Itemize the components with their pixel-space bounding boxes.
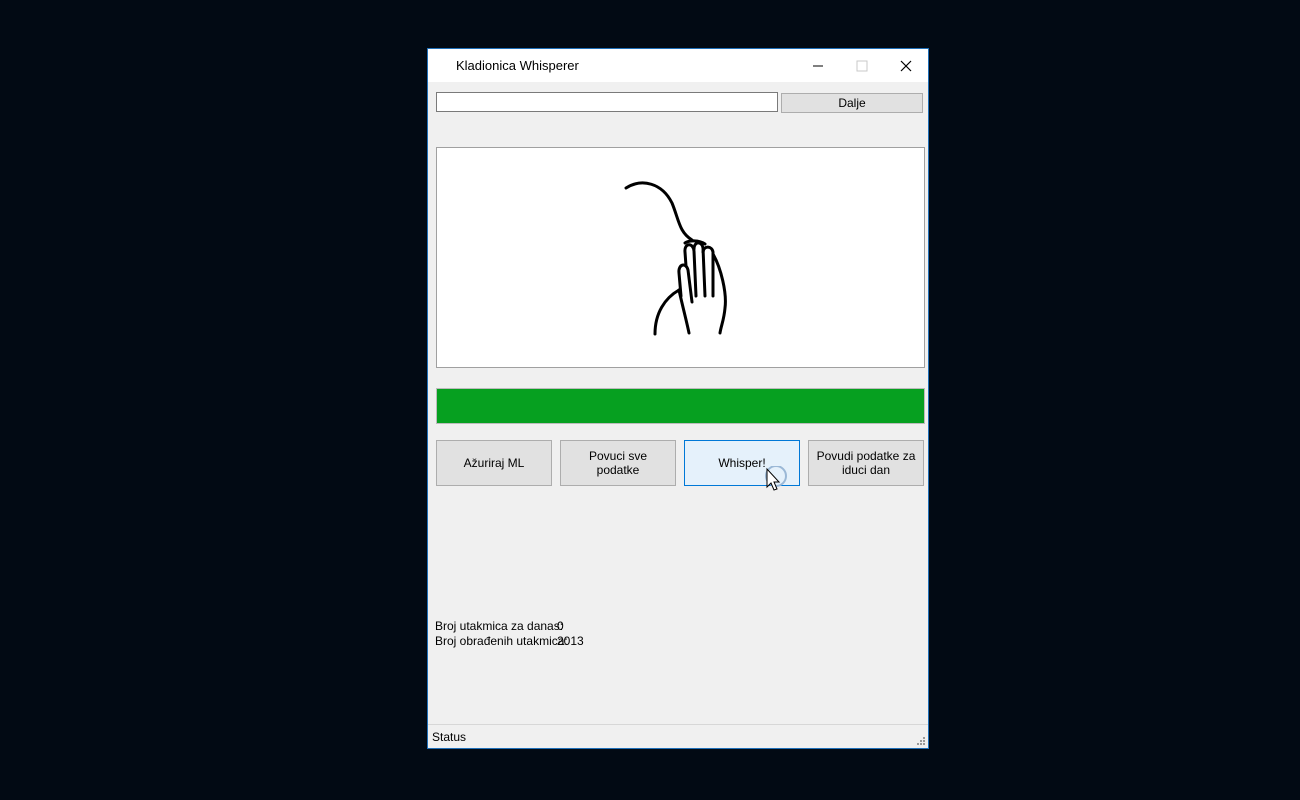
minimize-icon [813, 65, 823, 66]
maximize-icon [856, 60, 868, 71]
close-icon [900, 60, 912, 71]
status-text: Status [432, 730, 467, 744]
progress-bar [436, 388, 925, 424]
minimize-button[interactable] [796, 49, 840, 82]
resize-grip-icon[interactable] [916, 736, 926, 746]
processed-matches-value: 2013 [557, 634, 584, 648]
progress-fill [437, 389, 924, 423]
mouse-cursor-icon [765, 466, 787, 491]
picture-box [436, 147, 925, 368]
title-bar[interactable]: Kladionica Whisperer [428, 49, 928, 82]
window-title: Kladionica Whisperer [456, 58, 579, 73]
url-input[interactable] [436, 92, 778, 112]
update-ml-button[interactable]: Ažuriraj ML [436, 440, 552, 486]
today-matches-label: Broj utakmica za danas: [435, 619, 564, 633]
pull-next-day-button[interactable]: Povudi podatke za iduci dan [808, 440, 924, 486]
app-window: Kladionica Whisperer Dalje Ažuriraj ML P… [427, 48, 929, 749]
status-bar: Status [428, 724, 928, 748]
maximize-button[interactable] [840, 49, 884, 82]
next-button[interactable]: Dalje [781, 93, 923, 113]
close-button[interactable] [884, 49, 928, 82]
today-matches-value: 0 [557, 619, 564, 633]
pull-all-data-button[interactable]: Povuci sve podatke [560, 440, 676, 486]
processed-matches-label: Broj obrađenih utakmica: [435, 634, 568, 648]
hand-whisper-icon [624, 181, 727, 336]
